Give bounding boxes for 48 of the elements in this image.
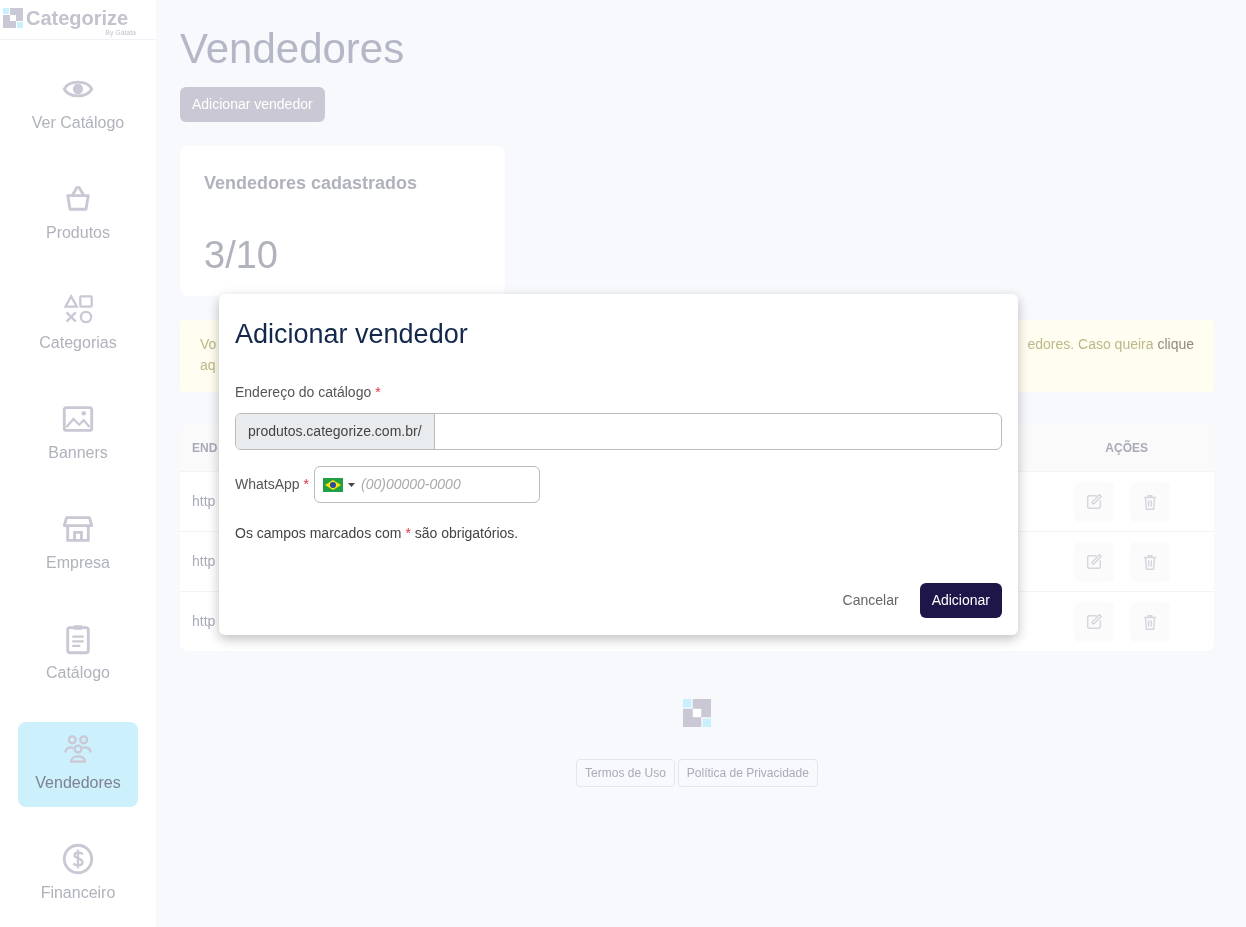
- url-prefix: produtos.categorize.com.br/: [236, 414, 435, 449]
- sidebar-item[interactable]: Vendedores: [18, 721, 138, 807]
- alert-text: edores. Caso queira: [1027, 336, 1154, 352]
- delete-button[interactable]: [1130, 541, 1170, 582]
- column-header: END: [192, 439, 218, 457]
- field-label: WhatsApp: [235, 475, 300, 494]
- edit-icon: [1085, 552, 1103, 571]
- required-mark: *: [375, 384, 381, 400]
- edit-icon: [1085, 492, 1103, 511]
- edit-icon: [1085, 612, 1103, 631]
- alert-link[interactable]: clique: [1157, 336, 1194, 352]
- dollar-icon: [62, 843, 94, 875]
- shapes-icon: [62, 293, 94, 325]
- logo-icon: [683, 699, 711, 727]
- alert-text: Vo: [200, 335, 217, 354]
- edit-button[interactable]: [1074, 541, 1114, 582]
- delete-button[interactable]: [1130, 481, 1170, 522]
- table-cell-text: http: [192, 492, 216, 511]
- delete-button[interactable]: [1130, 601, 1170, 642]
- footer-link[interactable]: Termos de Uso: [576, 759, 675, 787]
- flag-icon: [323, 477, 344, 492]
- footer-link[interactable]: Política de Privacidade: [677, 759, 818, 787]
- phone-field[interactable]: (00)00000-0000: [314, 466, 541, 503]
- table-cell-text: http: [192, 552, 216, 571]
- table-cell-text: http: [192, 612, 216, 631]
- trash-icon: [1141, 612, 1159, 631]
- required-mark: *: [303, 475, 310, 494]
- logo-icon: [3, 8, 23, 28]
- catalog-address-field[interactable]: produtos.categorize.com.br/: [235, 413, 1002, 450]
- stats-title: Vendedores cadastrados: [204, 172, 419, 195]
- column-header: AÇÕES: [1105, 439, 1148, 457]
- stats-value: 3/10: [204, 233, 279, 278]
- cancel-button[interactable]: Cancelar: [830, 583, 911, 618]
- image-icon: [62, 403, 94, 435]
- alert-text: aq: [200, 356, 217, 375]
- trash-icon: [1141, 552, 1159, 571]
- store-icon: [62, 513, 94, 545]
- caret-icon: [348, 482, 356, 487]
- edit-button[interactable]: [1074, 601, 1114, 642]
- submit-button[interactable]: Adicionar: [919, 583, 1002, 618]
- modal-title: Adicionar vendedor: [235, 318, 469, 351]
- users-icon: [62, 733, 94, 765]
- edit-button[interactable]: [1074, 481, 1114, 522]
- field-label: Endereço do catálogo: [235, 384, 372, 400]
- phone-input[interactable]: (00)00000-0000: [361, 474, 540, 495]
- page-title: Vendedores: [180, 24, 406, 74]
- required-note: Os campos marcados com * são obrigatórios.: [235, 524, 520, 543]
- trash-icon: [1141, 492, 1159, 511]
